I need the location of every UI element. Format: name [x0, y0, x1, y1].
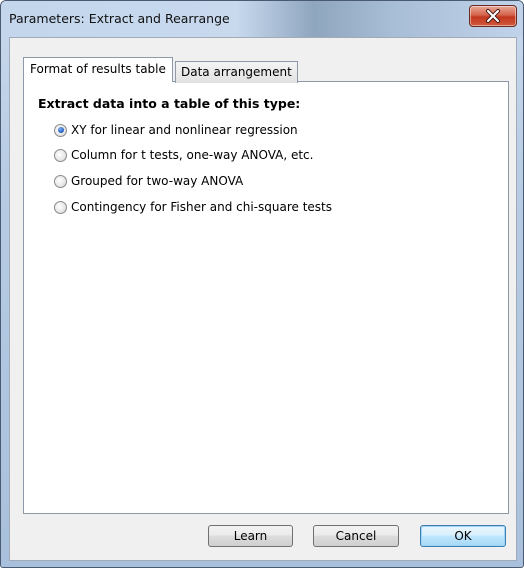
radio-button[interactable] [54, 174, 67, 188]
cancel-button[interactable]: Cancel [313, 525, 399, 547]
close-icon [486, 9, 500, 23]
radio-button[interactable] [54, 200, 67, 214]
radio-label: XY for linear and nonlinear regression [71, 123, 298, 137]
tab-data-arrangement[interactable]: Data arrangement [175, 61, 298, 83]
close-button[interactable] [469, 5, 517, 27]
group-heading: Extract data into a table of this type: [38, 96, 301, 111]
window-title: Parameters: Extract and Rearrange [9, 11, 230, 26]
radio-button[interactable] [54, 148, 67, 162]
radio-label: Grouped for two-way ANOVA [71, 174, 244, 188]
title-bar[interactable]: Parameters: Extract and Rearrange [1, 1, 523, 37]
ok-button[interactable]: OK [420, 525, 506, 547]
radio-button-checked[interactable] [54, 123, 67, 137]
radio-option-grouped[interactable]: Grouped for two-way ANOVA [54, 173, 243, 189]
tab-panel [23, 81, 509, 514]
radio-label: Contingency for Fisher and chi-square te… [71, 200, 333, 214]
radio-label: Column for t tests, one-way ANOVA, etc. [71, 148, 314, 162]
radio-option-xy[interactable]: XY for linear and nonlinear regression [54, 122, 298, 138]
radio-option-column[interactable]: Column for t tests, one-way ANOVA, etc. [54, 147, 313, 163]
learn-button[interactable]: Learn [208, 525, 293, 547]
radio-option-contingency[interactable]: Contingency for Fisher and chi-square te… [54, 199, 332, 215]
tab-format-of-results-table[interactable]: Format of results table [23, 57, 173, 82]
